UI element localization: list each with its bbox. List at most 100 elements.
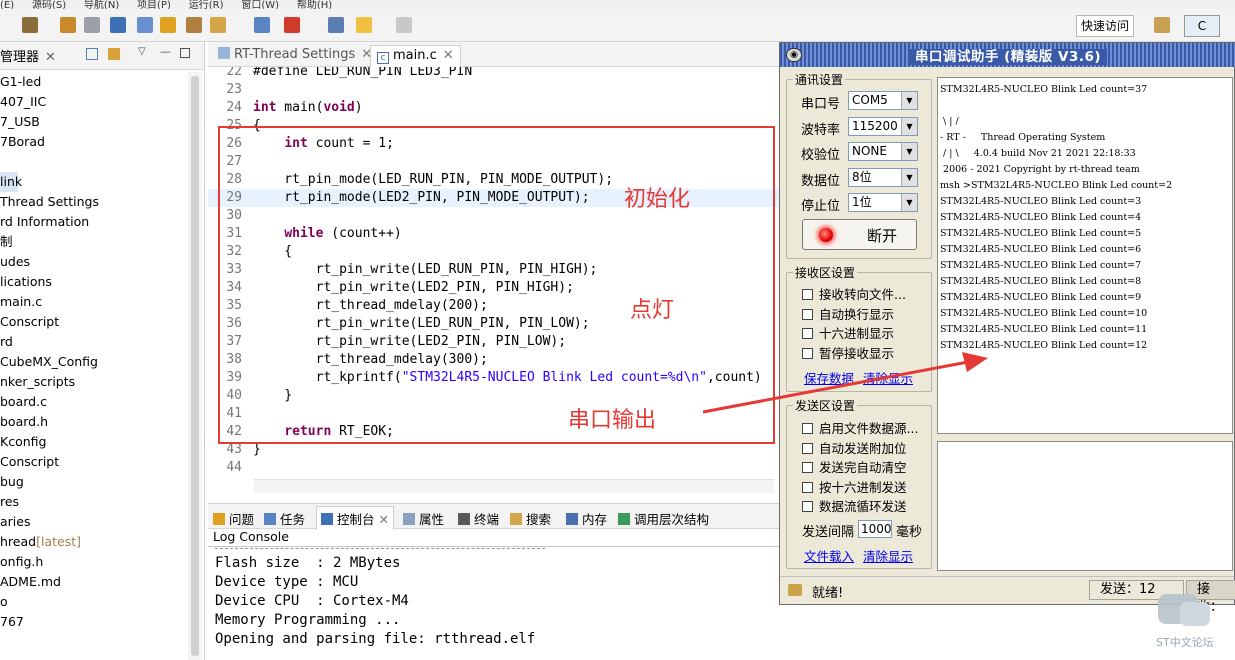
wrench-icon[interactable] (84, 17, 100, 33)
link-editor-icon[interactable] (108, 48, 120, 60)
tree-item[interactable]: Thread Settings (0, 192, 99, 212)
checkbox-option[interactable]: 十六进制显示 (802, 323, 894, 342)
console-output[interactable]: Flash size : 2 MBytes Device type : MCU De… (208, 546, 780, 660)
dropdown-arrow-icon[interactable]: ▼ (901, 194, 917, 211)
interval-input[interactable]: 1000 (858, 520, 892, 538)
view-menu-icon[interactable]: ▽ (138, 46, 146, 57)
tree-item[interactable]: Conscript (0, 452, 99, 472)
forward-arrow-icon[interactable] (396, 17, 412, 33)
receive-area[interactable]: STM32L4R5-NUCLEO Blink Led count=37 \ | … (937, 77, 1233, 434)
tree-item[interactable]: ADME.md (0, 572, 99, 592)
clear-send-link[interactable]: 清除显示 (863, 546, 913, 565)
tree-item[interactable]: link (0, 172, 22, 192)
dropdown-arrow-icon[interactable]: ▼ (901, 117, 917, 135)
tab-search[interactable]: 搜索 (510, 509, 551, 528)
checkbox-box[interactable] (802, 328, 813, 339)
tree-item[interactable]: CubeMX_Config (0, 352, 99, 372)
menu-project[interactable]: 项目(P) (137, 0, 171, 9)
tree-item[interactable]: udes (0, 252, 99, 272)
tab-memory[interactable]: 内存 (566, 509, 607, 528)
checkbox-box[interactable] (802, 347, 813, 359)
tree-item[interactable]: 767 (0, 612, 99, 632)
explorer-scrollbar[interactable] (188, 72, 202, 660)
tree-item[interactable]: rd Information (0, 212, 99, 232)
tree-item[interactable]: rd (0, 332, 99, 352)
tab-terminal[interactable]: 终端 (458, 509, 499, 528)
checkbox-option[interactable]: 自动换行显示 (802, 304, 894, 323)
tab-main-c[interactable]: c main.c ✕ (370, 45, 461, 67)
checkbox-option[interactable]: 接收转向文件... (802, 284, 906, 303)
quick-access-field[interactable]: 快速访问 (1076, 15, 1134, 37)
load-file-link[interactable]: 文件载入 (804, 546, 854, 565)
tree-item[interactable]: board.h (0, 412, 99, 432)
tree-item[interactable]: hread[latest] (0, 532, 99, 552)
minimize-icon[interactable]: — (160, 45, 171, 58)
comm-field-select[interactable]: COM5 ▼ (848, 91, 918, 110)
tree-item[interactable]: G1-led (0, 72, 99, 92)
clear-recv-link[interactable]: 清除显示 (863, 368, 913, 387)
open-folder-icon[interactable] (186, 17, 202, 33)
tree-item[interactable]: Kconfig (0, 432, 99, 452)
back-arrow-icon[interactable] (356, 17, 372, 33)
tree-item[interactable]: main.c (0, 292, 99, 312)
comm-field-select[interactable]: 1位 ▼ (848, 193, 918, 212)
bug-icon[interactable] (160, 17, 176, 33)
tab-tasks[interactable]: 任务 (264, 509, 305, 528)
build-icon[interactable] (60, 17, 76, 33)
menu-edit[interactable]: (E) (0, 0, 14, 9)
tree-item[interactable] (0, 152, 99, 172)
tree-item[interactable]: board.c (0, 392, 99, 412)
serial-titlebar[interactable]: ◉ 串口调试助手 (精装版 V3.6) (780, 43, 1235, 67)
dropdown-arrow-icon[interactable]: ▼ (901, 168, 917, 186)
tree-item[interactable]: 制 (0, 232, 99, 252)
tree-item[interactable]: o (0, 592, 99, 612)
tree-item[interactable]: Conscript (0, 312, 99, 332)
comm-field-select[interactable]: NONE ▼ (848, 142, 918, 161)
checkbox-option[interactable]: 发送完自动清空 (802, 457, 907, 476)
checkbox-box[interactable] (802, 423, 813, 434)
menu-help[interactable]: 帮助(H) (297, 0, 332, 9)
checkbox-option[interactable]: 按十六进制发送 (802, 477, 907, 496)
comm-field-select[interactable]: 115200 ▼ (848, 116, 918, 136)
download-icon[interactable] (254, 17, 270, 33)
checkbox-option[interactable]: 暂停接收显示 (802, 343, 894, 362)
collapse-all-icon[interactable] (86, 48, 98, 60)
flash-icon[interactable] (284, 17, 300, 33)
menu-source[interactable]: 源码(S) (32, 0, 66, 9)
tree-item[interactable]: 7_USB (0, 112, 99, 132)
menu-window[interactable]: 窗口(W) (241, 0, 279, 9)
send-area[interactable] (937, 441, 1233, 571)
menu-run[interactable]: 运行(R) (189, 0, 224, 9)
close-icon[interactable]: ✕ (443, 48, 454, 63)
dropdown-arrow-icon[interactable]: ▼ (901, 92, 917, 109)
editor-horizontal-scrollbar[interactable] (254, 479, 774, 493)
tree-item[interactable]: res (0, 492, 99, 512)
explorer-tab[interactable]: 管理器 ✕ (0, 46, 56, 65)
close-icon[interactable]: ✕ (45, 50, 56, 65)
window-icon[interactable] (328, 17, 344, 33)
tab-problems[interactable]: 问题 (213, 509, 254, 528)
terminal-icon[interactable] (110, 17, 126, 33)
maximize-icon[interactable] (180, 48, 190, 58)
checkbox-option[interactable]: 启用文件数据源... (802, 418, 918, 437)
menu-navigate[interactable]: 导航(N) (84, 0, 119, 9)
checkbox-box[interactable] (802, 308, 813, 320)
dropdown-arrow-icon[interactable]: ▼ (901, 143, 917, 160)
c-perspective-button[interactable]: C (1184, 15, 1220, 37)
save-data-link[interactable]: 保存数据 (804, 368, 854, 387)
tab-console[interactable]: 控制台 ✕ (316, 506, 394, 530)
checkbox-box[interactable] (802, 501, 813, 512)
tab-rt-thread-settings[interactable]: RT-Thread Settings ✕ (212, 45, 378, 67)
close-icon[interactable]: ✕ (375, 512, 388, 527)
hammer-icon[interactable] (22, 17, 38, 33)
tree-item[interactable]: aries (0, 512, 99, 532)
tree-item[interactable]: 7Borad (0, 132, 99, 152)
open-perspective-icon[interactable] (1154, 17, 1170, 33)
tree-item[interactable]: nker_scripts (0, 372, 99, 392)
checkbox-option[interactable]: 数据流循环发送 (802, 496, 907, 515)
checkbox-box[interactable] (802, 481, 813, 493)
tab-call-hierarchy[interactable]: 调用层次结构 (618, 509, 709, 528)
tree-item[interactable]: 407_IIC (0, 92, 99, 112)
tab-properties[interactable]: 属性 (403, 509, 444, 528)
tree-item[interactable]: lications (0, 272, 99, 292)
